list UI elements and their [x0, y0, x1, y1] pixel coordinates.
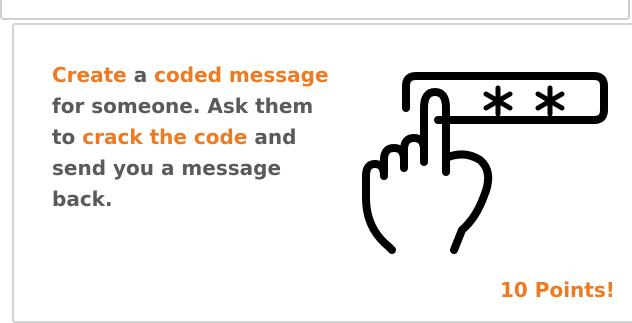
asterisk-icon [483, 85, 513, 117]
hand-shape [362, 88, 493, 254]
message-segment: Create [52, 63, 127, 87]
message-segment: coded message [154, 63, 329, 87]
asterisk-icon [535, 85, 565, 117]
previous-card [0, 0, 630, 20]
message-segment: crack the code [82, 125, 248, 149]
hand-tapping-password-icon [362, 72, 608, 254]
points-reward: 10 Points! [500, 278, 615, 302]
challenge-message: Create a coded message for someone. Ask … [52, 60, 332, 215]
message-segment: a [126, 63, 155, 87]
